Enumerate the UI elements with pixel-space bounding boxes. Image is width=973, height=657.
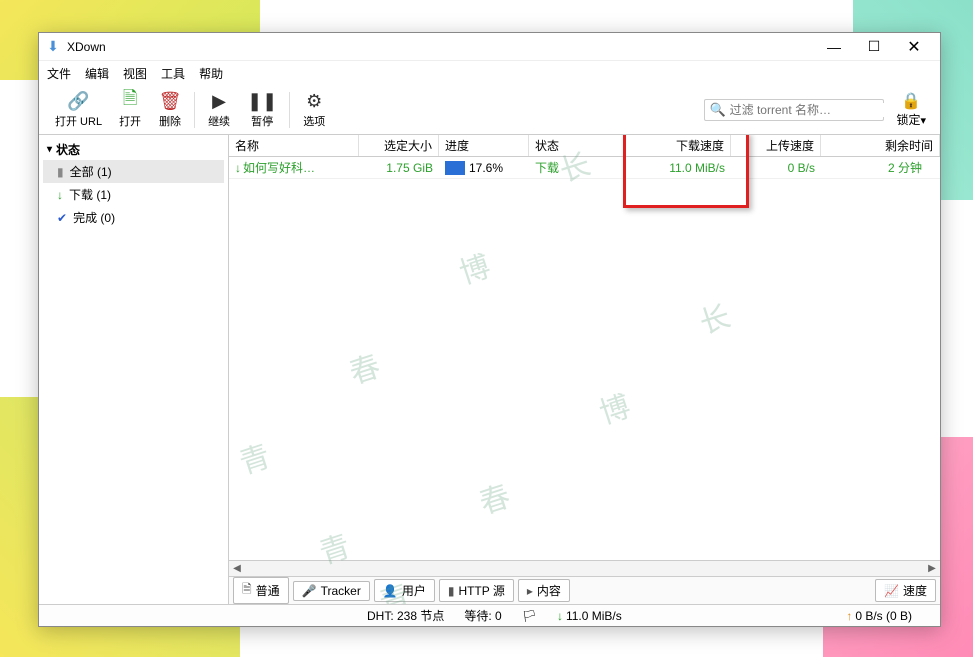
lock-icon: 🔒 <box>901 91 921 111</box>
col-size[interactable]: 选定大小 <box>359 135 439 156</box>
tab-tracker[interactable]: 🎤Tracker <box>293 581 370 601</box>
tab-content[interactable]: ▸内容 <box>518 579 570 602</box>
down-arrow-icon: ↓ <box>557 609 563 623</box>
server-icon: ▮ <box>448 584 455 598</box>
menu-file[interactable]: 文件 <box>47 65 71 82</box>
progress-bar <box>445 161 465 175</box>
row-progress: 17.6% <box>439 159 529 177</box>
filter-input[interactable] <box>730 103 885 117</box>
col-remaining[interactable]: 剩余时间 <box>821 135 940 156</box>
sidebar-item-completed[interactable]: ✔ 完成 (0) <box>43 206 224 229</box>
main-panel: 名称 选定大小 进度 状态 下载速度 上传速度 剩余时间 ↓ 如何写好科… 1.… <box>229 135 940 604</box>
row-download-speed: 11.0 MiB/s <box>625 159 731 177</box>
mic-icon: 🎤 <box>302 584 317 598</box>
close-button[interactable]: ✕ <box>894 34 934 60</box>
download-arrow-icon: ↓ <box>235 161 241 175</box>
trash-icon: 🗑 <box>159 90 182 112</box>
menu-help[interactable]: 帮助 <box>199 65 223 82</box>
app-window: ⬇ XDown — ☐ ✕ 文件 编辑 视图 工具 帮助 🔗 打开 URL 🗎 … <box>38 32 941 627</box>
delete-button[interactable]: 🗑 删除 <box>150 88 190 131</box>
sidebar-status-header[interactable]: ▾ 状态 <box>43 139 224 160</box>
maximize-button[interactable]: ☐ <box>854 34 894 60</box>
table-row[interactable]: ↓ 如何写好科… 1.75 GiB 17.6% 下载 11.0 MiB/s 0 … <box>229 157 940 179</box>
open-url-button[interactable]: 🔗 打开 URL <box>47 88 110 131</box>
filter-search[interactable]: 🔍 <box>704 99 884 121</box>
menubar: 文件 编辑 视图 工具 帮助 <box>39 61 940 85</box>
horizontal-scrollbar[interactable]: ◀ ▶ <box>229 560 940 576</box>
search-icon: 🔍 <box>709 102 725 118</box>
doc-icon: 🗎 <box>242 580 252 601</box>
resume-button[interactable]: ▶ 继续 <box>199 88 239 131</box>
open-button[interactable]: 🗎 打开 <box>110 88 150 131</box>
flag-icon: 🏳 <box>522 609 537 623</box>
tab-general[interactable]: 🗎普通 <box>233 577 289 604</box>
toolbar: 🔗 打开 URL 🗎 打开 🗑 删除 ▶ 继续 ❚❚ 暂停 ⚙ 选项 🔍 <box>39 85 940 135</box>
menu-tools[interactable]: 工具 <box>161 65 185 82</box>
detail-tabs: 🗎普通 🎤Tracker 👤用户 ▮HTTP 源 ▸内容 📈速度 <box>229 576 940 604</box>
col-progress[interactable]: 进度 <box>439 135 529 156</box>
tab-peers[interactable]: 👤用户 <box>374 579 435 602</box>
folder-icon: ▸ <box>527 584 533 598</box>
app-icon: ⬇ <box>45 39 61 55</box>
separator <box>289 92 290 128</box>
status-upload-speed: ↑0 B/s (0 B) <box>846 609 912 623</box>
table-body: ↓ 如何写好科… 1.75 GiB 17.6% 下载 11.0 MiB/s 0 … <box>229 157 940 560</box>
lock-button[interactable]: 🔒 锁定▾ <box>890 89 932 130</box>
row-upload-speed: 0 B/s <box>731 159 821 177</box>
col-download-speed[interactable]: 下载速度 <box>625 135 731 156</box>
sidebar-item-all[interactable]: ▮ 全部 (1) <box>43 160 224 183</box>
body-area: ▾ 状态 ▮ 全部 (1) ↓ 下载 (1) ✔ 完成 (0) 名称 选定大小 … <box>39 135 940 604</box>
sidebar: ▾ 状态 ▮ 全部 (1) ↓ 下载 (1) ✔ 完成 (0) <box>39 135 229 604</box>
titlebar[interactable]: ⬇ XDown — ☐ ✕ <box>39 33 940 61</box>
row-remaining: 2 分钟 <box>821 157 940 178</box>
status-download-speed: ↓11.0 MiB/s <box>557 609 622 623</box>
window-title: XDown <box>67 40 814 54</box>
row-name: 如何写好科… <box>243 159 315 176</box>
download-arrow-icon: ↓ <box>57 188 63 202</box>
chevron-down-icon: ▾ <box>47 144 52 155</box>
pause-icon: ❚❚ <box>247 90 277 112</box>
menu-edit[interactable]: 编辑 <box>85 65 109 82</box>
pause-button[interactable]: ❚❚ 暂停 <box>239 88 285 131</box>
filter-icon: ▮ <box>57 165 64 179</box>
user-icon: 👤 <box>383 584 398 598</box>
link-plus-icon: 🔗 <box>67 90 89 112</box>
tab-http[interactable]: ▮HTTP 源 <box>439 579 514 602</box>
chart-icon: 📈 <box>884 584 899 598</box>
check-icon: ✔ <box>57 211 67 225</box>
col-name[interactable]: 名称 <box>229 135 359 156</box>
row-size: 1.75 GiB <box>359 159 439 177</box>
status-dht: DHT: 238 节点 <box>367 607 444 624</box>
col-status[interactable]: 状态 <box>529 135 625 156</box>
scroll-right-icon[interactable]: ▶ <box>924 563 940 574</box>
status-flag: 🏳 <box>522 609 537 623</box>
menu-view[interactable]: 视图 <box>123 65 147 82</box>
tab-speed[interactable]: 📈速度 <box>875 579 936 602</box>
up-arrow-icon: ↑ <box>846 609 852 623</box>
table-header: 名称 选定大小 进度 状态 下载速度 上传速度 剩余时间 <box>229 135 940 157</box>
sidebar-item-downloading[interactable]: ↓ 下载 (1) <box>43 183 224 206</box>
play-icon: ▶ <box>212 90 226 112</box>
file-icon: 🗎 <box>123 90 137 112</box>
scroll-left-icon[interactable]: ◀ <box>229 563 245 574</box>
status-waiting: 等待: 0 <box>464 607 501 624</box>
statusbar: DHT: 238 节点 等待: 0 🏳 ↓11.0 MiB/s ↑0 B/s (… <box>39 604 940 626</box>
gear-icon: ⚙ <box>306 90 322 112</box>
minimize-button[interactable]: — <box>814 34 854 60</box>
row-status: 下载 <box>529 157 625 178</box>
separator <box>194 92 195 128</box>
col-upload-speed[interactable]: 上传速度 <box>731 135 821 156</box>
scroll-track[interactable] <box>245 563 924 575</box>
options-button[interactable]: ⚙ 选项 <box>294 88 334 131</box>
